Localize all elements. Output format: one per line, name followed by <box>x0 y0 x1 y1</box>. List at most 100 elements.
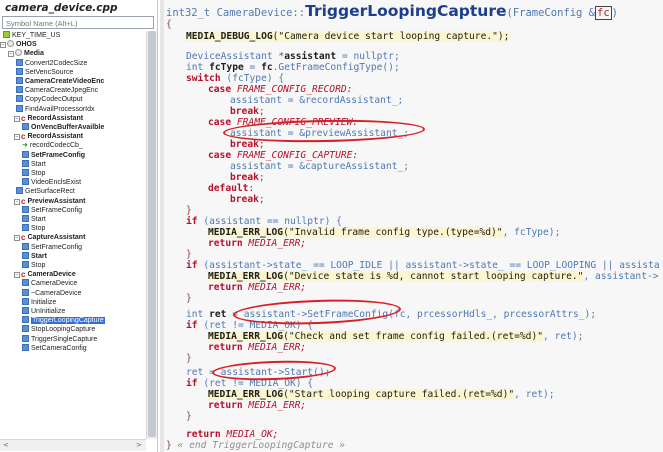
code-line: case FRAME_CONFIG_RECORD: <box>208 84 352 95</box>
tree-item-label: SetFrameConfig <box>31 206 82 214</box>
enum-constant: FRAME_CONFIG_CAPTURE: <box>231 150 359 161</box>
tree-item[interactable]: CameraDevice <box>22 279 77 288</box>
collapse-toggle-icon[interactable]: − <box>14 235 20 242</box>
tree-item[interactable]: Stop <box>22 224 45 233</box>
function-icon <box>16 187 23 195</box>
collapse-toggle-icon[interactable]: − <box>14 198 20 205</box>
collapse-toggle-icon[interactable]: − <box>14 272 20 279</box>
code-text: = nullptr; <box>336 51 400 62</box>
tree-item-label: CopyCodecOutput <box>25 96 83 104</box>
code-line: MEDIA_ERR_LOG("Start looping capture fai… <box>208 389 555 400</box>
code-line: } <box>186 205 192 216</box>
tree-item[interactable]: UnInitialize <box>22 307 65 316</box>
tree-item[interactable]: SetFrameConfig <box>22 242 82 252</box>
collapse-toggle-icon[interactable]: − <box>14 134 20 141</box>
string-literal: ("Check and set frame config failed.(ret… <box>283 331 544 342</box>
tree-item[interactable]: StopLoopingCapture <box>22 325 95 334</box>
code-line: int ret = assistant->SetFrameConfig(fc, … <box>186 309 596 320</box>
tree-item[interactable]: ~CameraDevice <box>22 288 81 298</box>
collapse-toggle-icon[interactable]: − <box>8 51 14 58</box>
function-icon <box>22 150 29 158</box>
sig-close: ) <box>611 7 618 19</box>
tree-item[interactable]: Initialize <box>22 297 56 307</box>
code-line: if (ret != MEDIA_OK) { <box>186 378 313 389</box>
tree-item[interactable]: KEY_TIME_US <box>3 31 60 40</box>
collapse-toggle-icon[interactable]: − <box>14 115 20 122</box>
function-icon <box>16 95 23 103</box>
collapse-toggle-icon[interactable]: − <box>0 42 6 49</box>
symbol-panel: camera_device.cpp KEY_TIME_US−OHOS−Media… <box>0 0 158 452</box>
tree-item[interactable]: Convert2CodecSize <box>16 58 88 68</box>
tree-item[interactable]: − OHOS <box>0 40 37 49</box>
tree-item[interactable]: − Media <box>8 49 44 58</box>
function-icon <box>22 169 29 176</box>
tree-item[interactable]: − c RecordAssistant <box>14 114 83 123</box>
class-icon: c <box>21 113 26 123</box>
scroll-right-icon[interactable]: > <box>136 441 142 449</box>
tree-item[interactable]: GetSurfaceRect <box>16 187 75 196</box>
tree-item[interactable]: TriggerLoopingCapture <box>22 316 105 325</box>
code-text: MEDIA_OK; <box>220 429 279 440</box>
keyword: return <box>208 342 243 353</box>
function-icon <box>22 205 29 213</box>
function-icon <box>22 251 29 259</box>
tree-item-label: Convert2CodecSize <box>25 59 88 67</box>
tree-item[interactable]: SetFrameConfig <box>22 150 86 160</box>
tree-item[interactable]: CameraCreateVideoEnc <box>16 77 104 86</box>
code-line: { <box>166 19 172 30</box>
tree-item[interactable]: − c CameraDevice <box>14 270 76 279</box>
tree-item[interactable]: VideoEnclsExist <box>22 178 81 187</box>
tree-item[interactable]: Start <box>22 215 46 224</box>
function-icon <box>16 104 23 112</box>
macro: MEDIA_ERR_LOG <box>208 389 284 400</box>
keyword: return <box>208 238 243 249</box>
code-text: MEDIA_ERR; <box>242 400 307 411</box>
tree-item[interactable]: ➜ recordCodecCb_ <box>22 141 83 150</box>
tree-item[interactable]: CopyCodecOutput <box>16 95 83 104</box>
code-line: break; <box>230 106 265 117</box>
symbol-search-input[interactable] <box>2 16 154 29</box>
tree-item-label: KEY_TIME_US <box>12 32 61 39</box>
scrollbar-thumb[interactable] <box>148 31 156 437</box>
scroll-left-icon[interactable]: < <box>3 441 9 449</box>
tree-item[interactable]: SetVencSource <box>16 67 73 77</box>
tree-item[interactable]: CameraCreateJpegEnc <box>16 86 98 95</box>
tree-item[interactable]: − c RecordAssistant <box>14 132 83 141</box>
tree-item[interactable]: Start <box>22 251 47 261</box>
code-editor[interactable]: int32_t CameraDevice::TriggerLoopingCapt… <box>160 0 663 452</box>
function-icon <box>16 58 23 66</box>
tree-item-label: SetCameraConfig <box>31 344 87 352</box>
tree-item[interactable]: TriggerSingleCapture <box>22 334 97 344</box>
code-text: ; <box>258 172 265 183</box>
identifier: assistant <box>284 51 337 62</box>
code-text: ; <box>258 139 265 150</box>
tree-item-label: CameraCreateVideoEnc <box>25 78 105 85</box>
code-line: int fcType = fc.GetFrameConfigType(); <box>186 62 400 73</box>
tree-item[interactable]: Stop <box>22 169 45 178</box>
tree-vertical-scrollbar[interactable] <box>146 31 157 439</box>
tree-item-label: CameraDevice <box>31 280 78 288</box>
code-line: assistant = &recordAssistant_; <box>230 95 403 106</box>
tree-horizontal-scrollbar[interactable]: < > <box>0 439 146 451</box>
tree-item[interactable]: Stop <box>22 261 45 270</box>
tree-item[interactable]: OnVencBufferAvailble <box>22 123 104 132</box>
tree-item[interactable]: − c CaptureAssistant <box>14 233 85 242</box>
tree-item[interactable]: Start <box>22 159 46 169</box>
code-line: if (assistant == nullptr) { <box>186 216 342 227</box>
keyword: default <box>208 183 249 194</box>
tree-item[interactable]: FindAvailProcessorIdx <box>16 104 95 114</box>
tree-item[interactable]: − c PreviewAssistant <box>14 197 85 206</box>
code-text: MEDIA_ERR; <box>242 342 307 353</box>
identifier: ret <box>209 309 227 320</box>
tree-item[interactable]: SetFrameConfig <box>22 205 82 215</box>
keyword: return <box>208 400 243 411</box>
tree-item[interactable]: SetCameraConfig <box>22 343 87 353</box>
code-line: return MEDIA_ERR; <box>208 400 306 411</box>
type-name: int <box>186 309 204 320</box>
tree-item-label: SetFrameConfig <box>31 151 86 159</box>
code-line: ret = assistant->Start(); <box>186 367 330 378</box>
tree-item-label: OnVencBufferAvailble <box>31 124 105 131</box>
type-name: int <box>186 62 204 73</box>
macro: MEDIA_ERR_LOG <box>208 331 284 342</box>
code-text: ; <box>258 106 265 117</box>
